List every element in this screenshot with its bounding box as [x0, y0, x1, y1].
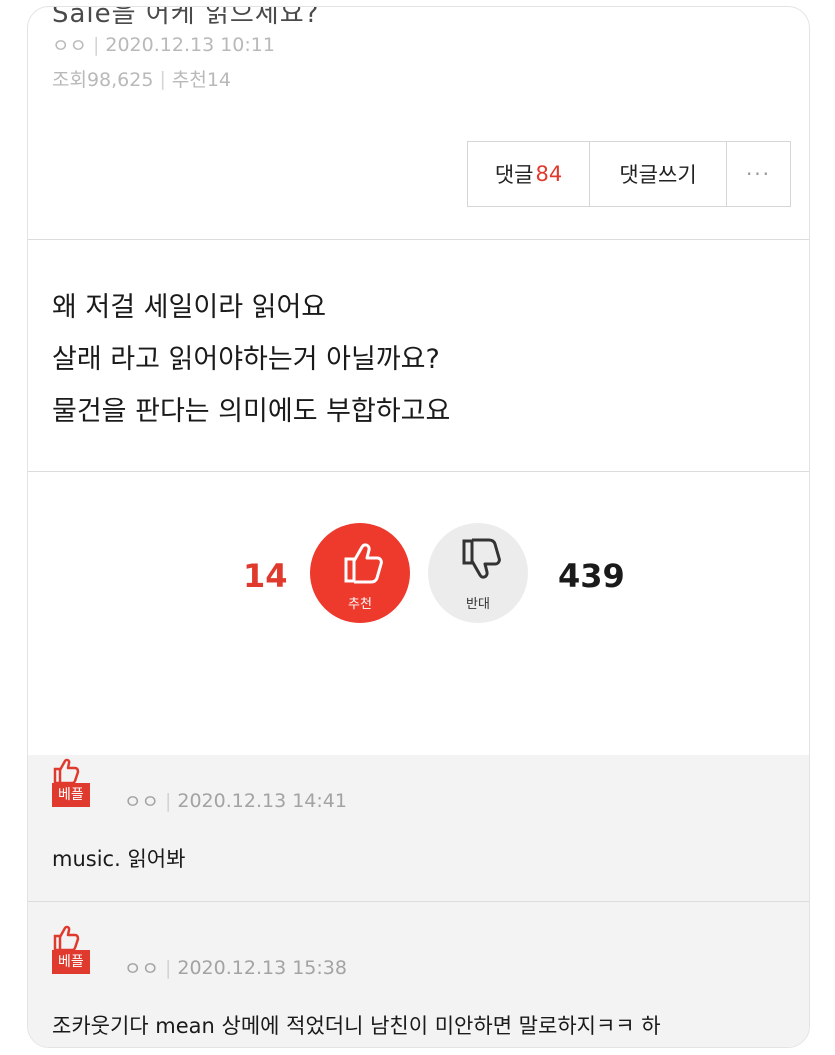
post-date: 2020.12.13 10:11	[105, 33, 275, 56]
thumbs-up-icon	[53, 925, 80, 952]
downvote-label: 반대	[466, 597, 490, 612]
post-card: Sale을 어케 읽으세요? ㅇㅇ | 2020.12.13 10:11 조회9…	[27, 6, 810, 1048]
content-line: 살래 라고 읽어야하는거 아닐까요?	[52, 344, 440, 375]
best-comments: 베플 ㅇㅇ | 2020.12.13 14:41 music. 읽어봐 베플 ㅇ…	[28, 755, 809, 1047]
meta-separator: |	[159, 67, 166, 90]
post-toolbar: 댓글 84 댓글쓰기 ···	[467, 141, 791, 207]
comment-item: 베플 ㅇㅇ | 2020.12.13 15:38 조카웃기다 mean 상메에 …	[28, 922, 809, 1047]
post-author[interactable]: ㅇㅇ	[52, 31, 87, 58]
thumbs-down-icon	[462, 538, 501, 579]
comment-text: 조카웃기다 mean 상메에 적었더니 남친이 미안하면 말로하지ㅋㅋ 하	[52, 1014, 661, 1038]
divider	[28, 471, 809, 472]
comment-date: 2020.12.13 14:41	[177, 789, 347, 812]
post-content: 왜 저걸 세일이라 읽어요 살래 라고 읽어야하는거 아닐까요? 물건을 판다는…	[52, 282, 450, 438]
post-views: 조회98,625	[52, 69, 154, 91]
comments-button[interactable]: 댓글 84	[468, 142, 590, 206]
post-recommend-count: 추천14	[171, 69, 231, 91]
downvote-count: 439	[558, 557, 625, 595]
meta-separator: |	[92, 33, 100, 56]
divider	[28, 239, 809, 240]
upvote-label: 추천	[348, 597, 372, 612]
vote-section: 14 추천 반대 439	[28, 517, 809, 627]
thumbs-up-icon	[53, 758, 80, 785]
write-comment-button[interactable]: 댓글쓰기	[590, 142, 727, 206]
thumbs-up-icon	[344, 543, 383, 584]
content-line: 물건을 판다는 의미에도 부합하고요	[52, 396, 451, 427]
divider	[28, 901, 809, 902]
best-comment-badge: 베플	[52, 950, 90, 974]
comment-date: 2020.12.13 15:38	[177, 956, 347, 979]
comments-label: 댓글	[494, 163, 534, 187]
post-stats: 조회98,625 | 추천14	[52, 65, 231, 92]
downvote-button[interactable]: 반대	[428, 523, 528, 623]
post-meta: ㅇㅇ | 2020.12.13 10:11	[52, 31, 275, 58]
meta-separator: |	[164, 789, 172, 812]
meta-separator: |	[164, 956, 172, 979]
content-line: 왜 저걸 세일이라 읽어요	[52, 292, 327, 323]
comment-author[interactable]: ㅇㅇ	[124, 954, 159, 981]
post-title: Sale을 어케 읽으세요?	[52, 6, 320, 29]
comments-count: 84	[535, 162, 563, 186]
comment-item: 베플 ㅇㅇ | 2020.12.13 14:41 music. 읽어봐	[28, 755, 809, 905]
best-comment-badge: 베플	[52, 783, 90, 807]
comment-meta: ㅇㅇ | 2020.12.13 15:38	[124, 954, 347, 981]
comment-author[interactable]: ㅇㅇ	[124, 787, 159, 814]
more-options-button[interactable]: ···	[727, 142, 790, 206]
upvote-count: 14	[243, 557, 288, 595]
upvote-button[interactable]: 추천	[310, 523, 410, 623]
comment-meta: ㅇㅇ | 2020.12.13 14:41	[124, 787, 347, 814]
comment-text: music. 읽어봐	[52, 847, 186, 871]
